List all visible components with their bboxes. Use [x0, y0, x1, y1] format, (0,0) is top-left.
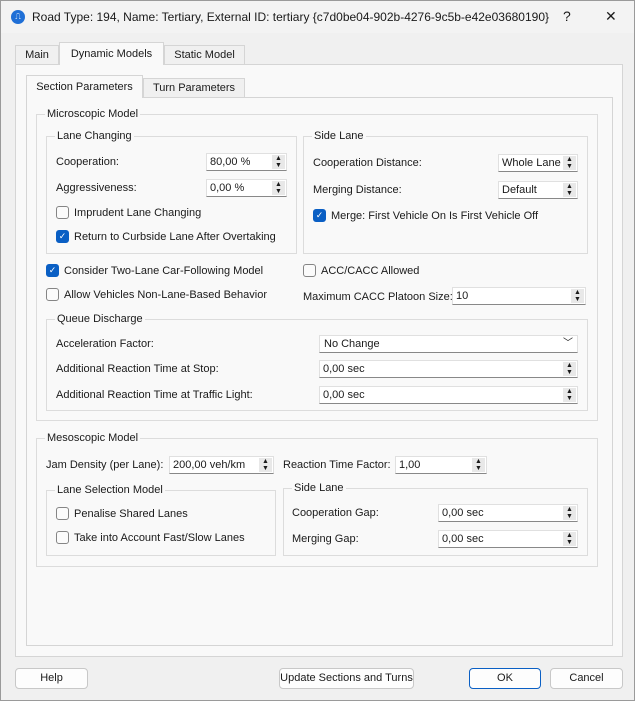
value: 0,00 sec [323, 363, 365, 375]
value: 0,00 sec [442, 533, 484, 545]
tab-dynamic-models[interactable]: Dynamic Models [59, 42, 164, 65]
return-curbside-checkbox[interactable]: ✓ [56, 230, 69, 243]
fast-slow-checkbox[interactable] [56, 531, 69, 544]
spin-arrows-icon[interactable]: ▲ ▼ [563, 362, 576, 376]
value: 200,00 veh/km [173, 459, 246, 471]
aggressiveness-spinbox[interactable]: 0,00 % ▲ ▼ [206, 179, 287, 197]
reaction-light-spinbox[interactable]: 0,00 sec ▲ ▼ [319, 386, 578, 404]
cooperation-gap-label: Cooperation Gap: [292, 507, 379, 519]
group-title: Microscopic Model [45, 108, 141, 121]
spin-arrows-icon[interactable]: ▲ ▼ [563, 506, 576, 520]
aggressiveness-label: Aggressiveness: [56, 182, 137, 194]
jam-density-label: Jam Density (per Lane): [46, 459, 164, 471]
merging-distance-spinbox[interactable]: Default ▲ ▼ [498, 181, 578, 199]
reaction-stop-label: Additional Reaction Time at Stop: [56, 363, 219, 375]
acceleration-factor-label: Acceleration Factor: [56, 338, 154, 350]
non-lane-checkbox[interactable] [46, 288, 59, 301]
penalise-checkbox[interactable] [56, 507, 69, 520]
value: Whole Lane [502, 157, 561, 169]
spin-arrows-icon[interactable]: ▲ ▼ [563, 532, 576, 546]
spin-arrows-icon[interactable]: ▲ ▼ [563, 388, 576, 402]
cooperation-spinbox[interactable]: 80,00 % ▲ ▼ [206, 153, 287, 171]
help-button[interactable]: Help [15, 668, 88, 689]
spin-arrows-icon[interactable]: ▲ ▼ [272, 155, 285, 169]
two-lane-checkbox[interactable]: ✓ [46, 264, 59, 277]
merging-gap-spinbox[interactable]: 0,00 sec ▲ ▼ [438, 530, 578, 548]
value: 0,00 sec [323, 389, 365, 401]
group-title: Side Lane [292, 482, 346, 495]
group-title: Lane Selection Model [55, 484, 165, 497]
group-title: Side Lane [312, 130, 366, 143]
penalise-label: Penalise Shared Lanes [74, 508, 188, 520]
return-curbside-label: Return to Curbside Lane After Overtaking [74, 231, 276, 243]
tab-turn-parameters[interactable]: Turn Parameters [143, 78, 245, 98]
fast-slow-label: Take into Account Fast/Slow Lanes [74, 532, 245, 544]
acceleration-factor-dropdown[interactable]: No Change ﹀ [319, 335, 578, 353]
spin-arrows-icon[interactable]: ▲ ▼ [563, 183, 576, 197]
acc-checkbox[interactable] [303, 264, 316, 277]
title-bar: ⎍ Road Type: 194, Name: Tertiary, Extern… [1, 1, 634, 33]
update-sections-turns-button[interactable]: Update Sections and Turns [279, 668, 414, 689]
value: 10 [456, 290, 469, 302]
spin-arrows-icon[interactable]: ▲ ▼ [563, 156, 576, 170]
value: No Change [324, 338, 380, 350]
cooperation-label: Cooperation: [56, 156, 119, 168]
reaction-time-factor-spinbox[interactable]: 1,00 ▲ ▼ [395, 456, 487, 474]
app-icon: ⎍ [11, 10, 25, 24]
imprudent-checkbox[interactable] [56, 206, 69, 219]
cooperation-distance-spinbox[interactable]: Whole Lane ▲ ▼ [498, 154, 578, 172]
window-title: Road Type: 194, Name: Tertiary, External… [32, 10, 550, 24]
cooperation-gap-spinbox[interactable]: 0,00 sec ▲ ▼ [438, 504, 578, 522]
spin-arrows-icon[interactable]: ▲ ▼ [571, 289, 584, 303]
jam-density-spinbox[interactable]: 200,00 veh/km ▲ ▼ [169, 456, 274, 474]
platoon-label: Maximum CACC Platoon Size: [303, 291, 453, 303]
help-icon[interactable]: ? [563, 8, 571, 24]
tab-static-model[interactable]: Static Model [164, 45, 245, 65]
lane-selection-group: Lane Selection Model [46, 484, 276, 556]
value: 1,00 [399, 459, 421, 471]
acc-label: ACC/CACC Allowed [321, 265, 420, 277]
group-title: Mesoscopic Model [45, 432, 141, 445]
reaction-stop-spinbox[interactable]: 0,00 sec ▲ ▼ [319, 360, 578, 378]
group-title: Queue Discharge [55, 313, 145, 326]
imprudent-label: Imprudent Lane Changing [74, 207, 202, 219]
reaction-time-factor-label: Reaction Time Factor: [283, 459, 391, 471]
tab-section-parameters[interactable]: Section Parameters [26, 75, 143, 98]
group-title: Lane Changing [55, 130, 134, 143]
value: 0,00 sec [442, 507, 484, 519]
dialog-window: ⎍ Road Type: 194, Name: Tertiary, Extern… [0, 0, 635, 701]
close-icon[interactable]: ✕ [605, 8, 617, 25]
cancel-button[interactable]: Cancel [550, 668, 623, 689]
spin-arrows-icon[interactable]: ▲ ▼ [259, 458, 272, 472]
tab-main[interactable]: Main [15, 45, 59, 65]
merge-first-checkbox[interactable]: ✓ [313, 209, 326, 222]
platoon-spinbox[interactable]: 10 ▲ ▼ [452, 287, 586, 305]
value: 0,00 % [210, 182, 245, 194]
spin-arrows-icon[interactable]: ▲ ▼ [472, 458, 485, 472]
value: 80,00 % [210, 156, 251, 168]
merging-gap-label: Merging Gap: [292, 533, 359, 545]
value: Default [502, 184, 537, 196]
spin-arrows-icon[interactable]: ▲ ▼ [272, 181, 285, 195]
non-lane-label: Allow Vehicles Non-Lane-Based Behavior [64, 289, 268, 301]
two-lane-label: Consider Two-Lane Car-Following Model [64, 265, 264, 277]
reaction-light-label: Additional Reaction Time at Traffic Ligh… [56, 389, 253, 401]
ok-button[interactable]: OK [469, 668, 541, 689]
chevron-down-icon: ﹀ [563, 338, 573, 349]
merge-first-label: Merge: First Vehicle On Is First Vehicle… [331, 210, 539, 222]
cooperation-distance-label: Cooperation Distance: [313, 157, 422, 169]
merging-distance-label: Merging Distance: [313, 184, 402, 196]
